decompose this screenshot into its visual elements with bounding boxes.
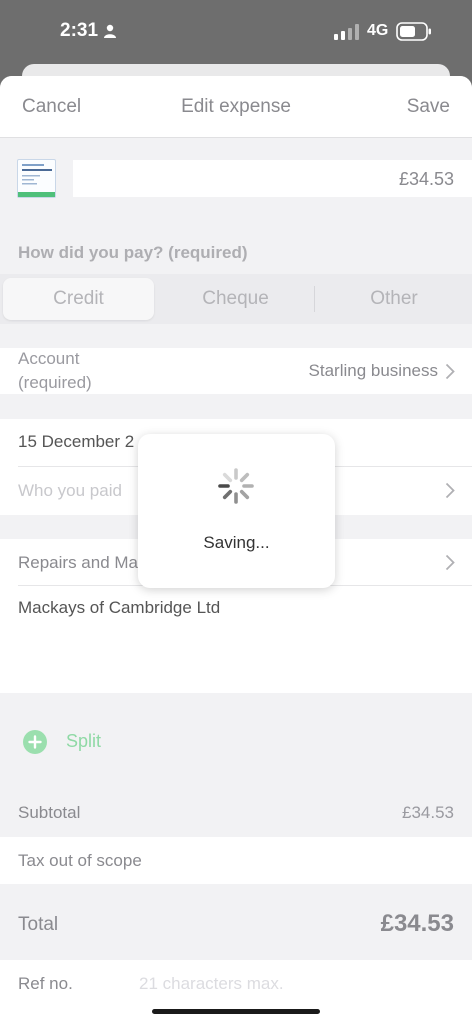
account-required-label: (required) (18, 373, 92, 392)
payee-placeholder[interactable]: Who you paid (18, 481, 122, 501)
battery-icon (396, 22, 431, 41)
saving-text: Saving... (203, 533, 270, 552)
payment-method-label: How did you pay? (required) (18, 243, 248, 262)
account-row[interactable]: Account (required) Starling business (0, 348, 472, 394)
status-bar: 2:31 4G (0, 0, 472, 64)
tax-label: Tax out of scope (18, 851, 142, 870)
chevron-right-icon (445, 482, 455, 499)
amount-value: £34.53 (398, 169, 454, 189)
account-value: Starling business (308, 361, 438, 380)
subtotal-label: Subtotal (18, 803, 81, 822)
nav-bar: Cancel Edit expense Save (0, 76, 472, 138)
page-title: Edit expense (181, 96, 291, 117)
tax-row[interactable]: Tax out of scope (0, 837, 472, 884)
subtotal-value: £34.53 (402, 803, 454, 822)
saving-hud: Saving... (138, 434, 335, 588)
ref-label: Ref no. (18, 974, 73, 993)
receipt-image-icon (22, 164, 52, 185)
total-value: £34.53 (380, 910, 454, 937)
split-button[interactable]: Split (66, 731, 101, 752)
status-time: 2:31 (60, 20, 99, 41)
category-value[interactable]: Repairs and Ma (18, 553, 138, 573)
total-label: Total (18, 914, 59, 935)
payment-option-other[interactable]: Other (316, 278, 472, 320)
payment-option-credit[interactable]: Credit (3, 278, 154, 320)
segment-divider (314, 286, 315, 312)
amount-field[interactable]: £34.53 (73, 160, 472, 197)
plus-icon (28, 735, 42, 749)
network-type: 4G (367, 22, 389, 39)
payment-option-cheque[interactable]: Cheque (158, 278, 313, 320)
chevron-right-icon (445, 554, 455, 571)
receipt-thumbnail[interactable] (17, 159, 56, 198)
add-split-icon[interactable] (23, 730, 47, 754)
ref-input[interactable]: 21 characters max. (139, 974, 284, 994)
chevron-right-icon (445, 363, 455, 380)
save-button[interactable]: Save (407, 96, 450, 118)
payment-method-selector: Credit Cheque Other (0, 274, 472, 324)
receipt-status-bar (18, 192, 55, 197)
date-value[interactable]: 15 December 2 (18, 432, 134, 452)
description-text[interactable]: Mackays of Cambridge Ltd (18, 598, 220, 618)
account-label: Account (18, 349, 80, 368)
person-icon (104, 24, 116, 38)
signal-icon (334, 24, 359, 40)
loading-spinner-icon (218, 468, 254, 504)
home-indicator (152, 1009, 320, 1014)
